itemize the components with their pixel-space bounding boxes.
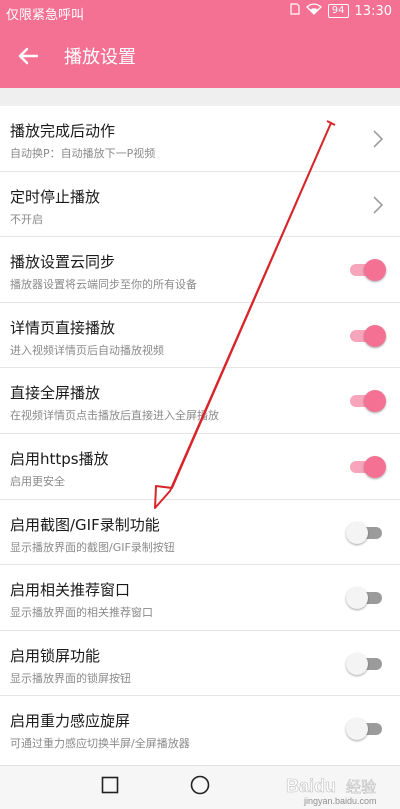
https-switch[interactable] <box>348 455 386 478</box>
setting-direct-fullscreen: 直接全屏播放 在视频详情页点击播放后直接进入全屏播放 <box>0 368 400 434</box>
gravity-rotate-switch[interactable] <box>346 718 382 741</box>
recents-icon[interactable] <box>101 776 119 798</box>
status-icons: 94 13:30 <box>290 3 392 19</box>
screenshot-gif-switch[interactable] <box>346 521 382 544</box>
chevron-right-icon <box>373 130 384 148</box>
setting-sleep-timer[interactable]: 定时停止播放 不开启 <box>0 172 400 238</box>
section-gap <box>0 88 400 106</box>
home-icon[interactable] <box>190 775 210 799</box>
setting-label: 播放设置云同步 <box>10 253 116 272</box>
watermark-url: jingyan.baidu.com <box>303 796 377 806</box>
related-window-switch[interactable] <box>346 587 382 610</box>
setting-description: 显示播放界面的相关推荐窗口 <box>10 606 153 620</box>
setting-related-window: 启用相关推荐窗口 显示播放界面的相关推荐窗口 <box>0 565 400 631</box>
status-bar: 仅限紧急呼叫 94 13:30 <box>0 0 400 24</box>
watermark-brand: Baidu <box>286 776 336 796</box>
setting-description: 显示播放界面的锁屏按钮 <box>10 671 131 685</box>
clock: 13:30 <box>354 3 392 19</box>
setting-label: 启用https播放 <box>10 449 109 468</box>
setting-label: 启用相关推荐窗口 <box>10 581 131 600</box>
sim-icon <box>290 3 300 19</box>
setting-screen-lock: 启用锁屏功能 显示播放界面的锁屏按钮 <box>0 631 400 697</box>
cloud-sync-switch[interactable] <box>348 259 386 282</box>
setting-https: 启用https播放 启用更安全 <box>0 434 400 500</box>
setting-label: 播放完成后动作 <box>10 122 116 140</box>
setting-description: 可通过重力感应切换半屏/全屏播放器 <box>10 737 190 751</box>
wifi-icon <box>305 3 322 19</box>
setting-description: 播放器设置将云端同步至你的所有设备 <box>10 278 197 292</box>
setting-description: 进入视频详情页后自动播放视频 <box>10 343 164 357</box>
page-title: 播放设置 <box>64 47 136 68</box>
setting-detail-autoplay: 详情页直接播放 进入视频详情页后自动播放视频 <box>0 303 400 369</box>
detail-autoplay-switch[interactable] <box>348 324 386 347</box>
setting-label: 详情页直接播放 <box>10 318 116 337</box>
setting-description: 显示播放界面的截图/GIF录制按钮 <box>10 540 175 554</box>
chevron-right-icon <box>373 196 384 214</box>
setting-gravity-rotate: 启用重力感应旋屏 可通过重力感应切换半屏/全屏播放器 <box>0 696 400 762</box>
setting-label: 启用重力感应旋屏 <box>10 712 131 731</box>
setting-description: 自动换P：自动播放下一P视频 <box>10 147 156 160</box>
arrow-back-icon[interactable] <box>0 24 56 88</box>
setting-label: 启用截图/GIF录制功能 <box>10 515 160 534</box>
setting-description: 不开启 <box>10 212 43 226</box>
setting-screenshot-gif: 启用截图/GIF录制功能 显示播放界面的截图/GIF录制按钮 <box>0 500 400 566</box>
setting-label: 直接全屏播放 <box>10 384 101 403</box>
setting-after-playback[interactable]: 播放完成后动作 自动换P：自动播放下一P视频 <box>0 106 400 172</box>
baidu-jingyan-watermark: Baidu 经验 jingyan.baidu.com <box>284 770 394 806</box>
setting-description: 在视频详情页点击播放后直接进入全屏播放 <box>10 409 219 423</box>
setting-description: 启用更安全 <box>10 474 65 488</box>
battery-icon: 94 <box>327 4 349 18</box>
screen-lock-switch[interactable] <box>346 652 382 675</box>
watermark-text: 经验 <box>346 778 376 796</box>
setting-label: 启用锁屏功能 <box>10 646 101 665</box>
app-bar: 播放设置 <box>0 24 400 88</box>
setting-cloud-sync: 播放设置云同步 播放器设置将云端同步至你的所有设备 <box>0 237 400 303</box>
carrier-text: 仅限紧急呼叫 <box>6 8 85 23</box>
setting-label: 定时停止播放 <box>10 187 101 206</box>
direct-fullscreen-switch[interactable] <box>348 390 386 413</box>
settings-list: 播放完成后动作 自动换P：自动播放下一P视频 定时停止播放 不开启 播放设置云同… <box>0 106 400 762</box>
